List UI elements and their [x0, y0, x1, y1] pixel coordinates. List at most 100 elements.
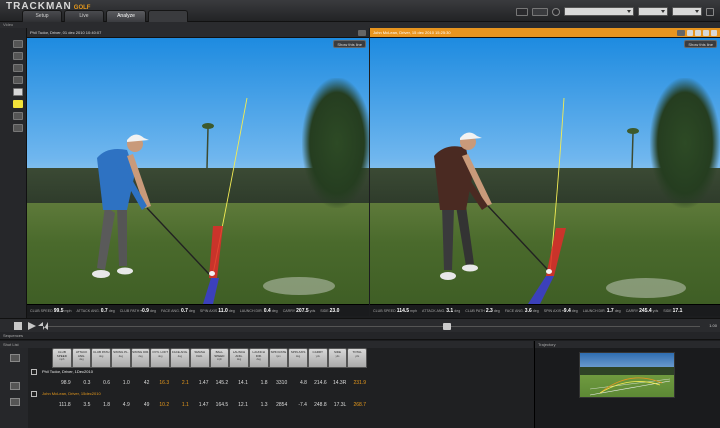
play-icon[interactable] [28, 322, 36, 330]
pane-left-options-icon[interactable] [358, 30, 366, 36]
video-left[interactable]: Show this line [27, 38, 369, 304]
stat-left-5: LAUNCH DIR. 0.4 deg [239, 307, 278, 314]
column-header[interactable]: BALL SPEED mph [209, 348, 230, 368]
column-header[interactable]: SIDE yds [327, 348, 348, 368]
grid-cell: 14.1 [238, 380, 248, 386]
column-header[interactable]: FACE ANG. deg [170, 348, 190, 368]
column-settings-icon[interactable] [10, 354, 20, 362]
shot-row-label-1[interactable]: John McLean, Driver, 15dec2010 [28, 390, 533, 398]
grid-cell: 49 [143, 402, 150, 408]
column-unit: deg [236, 358, 242, 362]
pane-left-tools [358, 30, 366, 36]
column-header[interactable]: LAUNCH ANG. deg [229, 348, 249, 368]
column-header[interactable]: ATTACK ANG. deg [71, 348, 92, 368]
trajectory-view[interactable] [579, 352, 675, 398]
grid-cell: 214.6 [314, 380, 327, 386]
column-header[interactable]: SWING DIR. deg [130, 348, 151, 368]
draw-angle-icon[interactable] [13, 76, 23, 84]
record-icon[interactable] [14, 322, 22, 330]
tab-live[interactable]: Live [64, 10, 104, 22]
top-right-controls [516, 7, 714, 16]
grid-cell: 14.3R [332, 380, 347, 386]
stat-left-4: SPIN AXIS 11.0 deg [199, 307, 235, 314]
ball-left [209, 271, 215, 276]
column-unit: mph [216, 358, 222, 362]
ball-right [546, 269, 552, 274]
column-name: SMASH FAC. [194, 350, 205, 358]
color-picker-icon[interactable] [13, 100, 23, 108]
column-header[interactable]: CLUB SPEED mph [52, 348, 72, 368]
column-unit: mph [59, 358, 65, 362]
ball-path-right [528, 276, 554, 304]
club-dropdown[interactable] [638, 7, 668, 16]
pane-right-title: John McLean, Driver, 15 dec 2010 15:25:3… [373, 30, 451, 35]
single-view-icon[interactable] [695, 30, 701, 36]
shot-checkbox-0[interactable] [31, 369, 37, 375]
timeline: 1.00 [0, 318, 720, 332]
column-header[interactable]: TOTAL yds [347, 348, 367, 368]
column-unit: yds [315, 354, 320, 358]
shot-row-label-0[interactable]: Phil Tudor, Driver, 1Dec2010 [28, 368, 533, 376]
grid-header: CLUB SPEED mph ATTACK ANG. deg CLUB PATH deg S… [28, 348, 533, 368]
column-header[interactable]: SMASH FAC. [189, 348, 210, 368]
grid-cell: 1.47 [198, 380, 209, 386]
info-icon[interactable] [552, 7, 560, 16]
pane-options-icon[interactable] [677, 30, 685, 36]
bottom-panel: Shot List CLUB SPEED mph ATTACK ANG. deg CLU… [0, 341, 720, 428]
grid-cell: 0.3 [83, 380, 91, 386]
tab-setup[interactable]: Setup [22, 10, 62, 22]
grid-cell: 17.3L [333, 402, 347, 408]
grid-cell: 3310 [276, 380, 288, 386]
draw-line-icon[interactable] [13, 40, 23, 48]
split-view-icon[interactable] [687, 30, 693, 36]
tab-analyze[interactable]: Analyze [106, 10, 146, 22]
video-pane-right: John McLean, Driver, 15 dec 2010 15:25:3… [370, 28, 720, 317]
video-right[interactable]: Show this line [370, 38, 720, 304]
column-unit: deg [256, 358, 261, 362]
player-dropdown[interactable] [564, 7, 634, 16]
stat-left-1: ATTACK ANG. 0.7 deg [76, 307, 115, 314]
eraser-icon[interactable] [13, 112, 23, 120]
show-line-button-left[interactable]: Show this line [333, 40, 366, 48]
pointer-icon[interactable] [13, 88, 23, 96]
session-dropdown[interactable] [672, 7, 702, 16]
golfer-right-figure [434, 97, 686, 304]
sequences-bar: Sequences [0, 332, 720, 340]
delete-icon[interactable] [10, 398, 20, 406]
tab-empty[interactable] [148, 10, 188, 22]
column-unit: deg [79, 358, 84, 362]
shot-row-0[interactable]: 98.9 0.3 0.6 1.0 42 16.3 2.1 1.47 145.2 14.1 1.8 33… [28, 376, 533, 390]
column-header[interactable]: SPIN RATE rpm [268, 348, 289, 368]
column-header[interactable]: CLUB PATH deg [91, 348, 112, 368]
grid-cell: 1.0 [122, 380, 130, 386]
grid-cell: 1.8 [260, 380, 268, 386]
step-icon[interactable] [38, 322, 48, 330]
draw-circle-icon[interactable] [13, 52, 23, 60]
grid-cell: 12.1 [238, 402, 248, 408]
shot-row-1[interactable]: 111.8 3.5 1.8 4.9 49 10.2 1.1 1.47 164.5 12.1 1.3 2… [28, 398, 533, 412]
shot-list-title: Shot List [0, 341, 533, 348]
column-unit: deg [99, 354, 104, 358]
column-header[interactable]: DYN. LOFT deg [150, 348, 171, 368]
fullscreen-icon[interactable] [711, 30, 717, 36]
draw-rect-icon[interactable] [13, 64, 23, 72]
column-header[interactable]: LAUNCH DIR. deg [248, 348, 269, 368]
column-header[interactable]: SWING PL. deg [111, 348, 131, 368]
ball-path-left [203, 278, 219, 304]
undo-icon[interactable] [13, 124, 23, 132]
camera-icon[interactable] [516, 7, 528, 16]
timeline-track[interactable] [48, 326, 700, 327]
column-header[interactable]: CARRY yds [307, 348, 328, 368]
layout-toggle[interactable] [532, 7, 548, 16]
column-header[interactable]: SPIN AXIS deg [288, 348, 308, 368]
timeline-scrubber[interactable] [443, 323, 451, 330]
stat-right-6: CARRY 245.4 yds [625, 307, 659, 314]
close-icon[interactable] [706, 7, 714, 16]
shot-checkbox-1[interactable] [31, 391, 37, 397]
grid-cell: 4.8 [299, 380, 307, 386]
sync-icon[interactable] [703, 30, 709, 36]
show-line-button-right[interactable]: Show this line [684, 40, 717, 48]
compare-icon[interactable] [10, 382, 20, 390]
grid-cell: -7.4 [298, 402, 307, 408]
shot-list: Shot List CLUB SPEED mph ATTACK ANG. deg CLU… [0, 341, 533, 428]
